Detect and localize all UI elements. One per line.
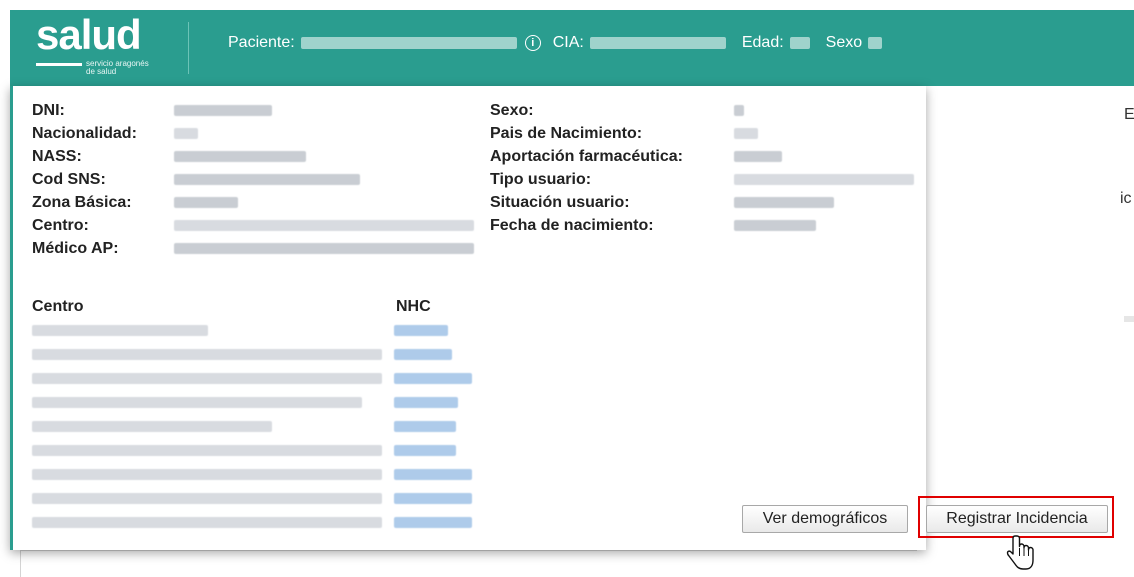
nhc-link-redacted[interactable]	[394, 469, 472, 480]
situacion-usuario-value-redacted	[734, 197, 834, 208]
centro-cell-redacted	[32, 373, 382, 384]
field-label-pais-nacimiento: Pais de Nacimiento:	[490, 125, 643, 142]
hand-cursor-icon	[1006, 535, 1034, 570]
field-label-medico-ap: Médico AP:	[32, 240, 119, 257]
logo-subtitle: servicio aragonés de salud	[86, 59, 149, 76]
sexo-label: Sexo	[825, 34, 863, 51]
salud-logo: salud servicio aragonés de salud	[36, 11, 156, 78]
centro-cell-redacted	[32, 469, 382, 480]
ver-demograficos-button[interactable]: Ver demográficos	[742, 505, 908, 533]
paciente-value-redacted	[300, 37, 517, 49]
field-label-dni: DNI:	[32, 102, 65, 119]
centro-cell-redacted	[32, 421, 272, 432]
fecha-nacimiento-value-redacted	[734, 220, 816, 231]
paciente-label: Paciente:	[228, 34, 295, 51]
centro-cell-redacted	[32, 517, 382, 528]
nhc-link-redacted[interactable]	[394, 397, 458, 408]
edad-value-redacted	[789, 37, 810, 49]
cia-value-redacted	[589, 37, 726, 49]
column-header-nhc: NHC	[396, 298, 431, 315]
background-divider	[1124, 316, 1134, 322]
nacionalidad-value-redacted	[174, 128, 198, 139]
field-label-fecha-nacimiento: Fecha de nacimiento:	[490, 217, 654, 234]
centro-cell-redacted	[32, 349, 382, 360]
field-label-centro: Centro:	[32, 217, 89, 234]
field-label-sexo: Sexo:	[490, 102, 534, 119]
sexo-value-redacted	[734, 105, 744, 116]
nhc-link-redacted[interactable]	[394, 373, 472, 384]
field-label-zona-basica: Zona Básica:	[32, 194, 132, 211]
cod-sns-value-redacted	[174, 174, 360, 185]
nass-value-redacted	[174, 151, 306, 162]
centro-cell-redacted	[32, 493, 382, 504]
background-content-panel	[20, 550, 917, 577]
patient-summary: Paciente: i CIA: Edad: Sexo	[228, 34, 883, 52]
logo-text: salud	[36, 11, 142, 58]
field-label-cod-sns: Cod SNS:	[32, 171, 106, 188]
centro-cell-redacted	[32, 397, 362, 408]
centro-cell-redacted	[32, 325, 208, 336]
dni-value-redacted	[174, 105, 272, 116]
patient-details-popup: DNI: Nacionalidad: NASS: Cod SNS: Zona B…	[10, 86, 926, 550]
centro-value-redacted	[174, 220, 474, 231]
nhc-link-redacted[interactable]	[394, 493, 472, 504]
nhc-link-redacted[interactable]	[394, 349, 452, 360]
highlight-box	[918, 496, 1114, 538]
pais-value-redacted	[734, 128, 758, 139]
header-divider	[188, 22, 189, 74]
tipo-usuario-value-redacted	[734, 174, 914, 185]
field-label-nacionalidad: Nacionalidad:	[32, 125, 137, 142]
field-label-aportacion: Aportación farmacéutica:	[490, 148, 683, 165]
logo-underline	[36, 63, 82, 66]
cia-label: CIA:	[552, 34, 584, 51]
background-text-fragment: ic	[1120, 190, 1132, 207]
popup-accent-bar	[10, 86, 13, 550]
column-header-centro: Centro	[32, 298, 84, 315]
aportacion-value-redacted	[734, 151, 782, 162]
nhc-link-redacted[interactable]	[394, 445, 456, 456]
nhc-link-redacted[interactable]	[394, 421, 456, 432]
nhc-link-redacted[interactable]	[394, 517, 472, 528]
field-label-tipo-usuario: Tipo usuario:	[490, 171, 592, 188]
centro-cell-redacted	[32, 445, 382, 456]
zona-basica-value-redacted	[174, 197, 238, 208]
patient-header: salud servicio aragonés de salud Pacient…	[10, 10, 1134, 86]
nhc-link-redacted[interactable]	[394, 325, 448, 336]
info-icon[interactable]: i	[524, 35, 541, 51]
field-label-nass: NASS:	[32, 148, 82, 165]
sexo-value-redacted	[868, 37, 883, 49]
background-text-fragment: E	[1124, 106, 1134, 123]
edad-label: Edad:	[741, 34, 784, 51]
medico-ap-value-redacted	[174, 243, 474, 254]
field-label-situacion-usuario: Situación usuario:	[490, 194, 630, 211]
